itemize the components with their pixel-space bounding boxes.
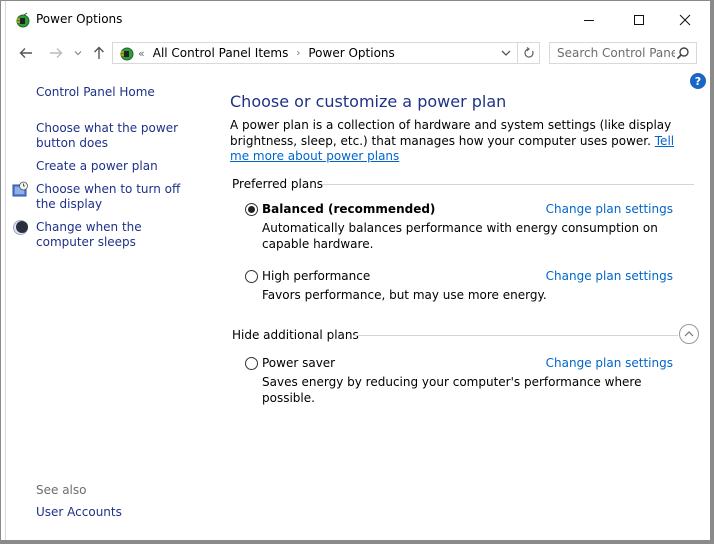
sidebar-item-control-panel-home[interactable]: Control Panel Home: [36, 85, 155, 100]
sidebar-item-computer-sleeps[interactable]: Change when the computer sleeps: [36, 220, 201, 250]
plan-balanced-name[interactable]: Balanced (recommended): [262, 202, 435, 216]
search-input[interactable]: [557, 46, 675, 60]
power-options-icon: [120, 47, 134, 61]
breadcrumb-separator-icon[interactable]: ›: [296, 48, 300, 59]
moon-icon: [13, 220, 28, 235]
chevron-up-icon: [684, 331, 694, 337]
display-clock-icon: [12, 181, 28, 197]
refresh-button[interactable]: [517, 43, 539, 63]
plan-power-saver-radio[interactable]: [245, 357, 258, 370]
plan-balanced-change-settings-link[interactable]: Change plan settings: [546, 202, 673, 216]
back-arrow-icon: [19, 48, 32, 58]
chevron-down-icon: [501, 50, 511, 56]
forward-button[interactable]: [44, 41, 68, 65]
page-title: Choose or customize a power plan: [230, 92, 507, 111]
sidebar-item-create-plan[interactable]: Create a power plan: [36, 159, 158, 174]
minimize-icon: [584, 20, 594, 21]
up-arrow-icon: [94, 46, 104, 59]
search-icon[interactable]: [676, 46, 690, 60]
window-title: Power Options: [36, 12, 123, 26]
address-overflow[interactable]: «: [138, 47, 145, 60]
hide-additional-plans-heading[interactable]: Hide additional plans: [232, 328, 359, 342]
title-bar: Power Options: [6, 1, 710, 39]
plan-balanced-description: Automatically balances performance with …: [262, 221, 658, 251]
plan-high-performance-change-settings-link[interactable]: Change plan settings: [546, 269, 673, 283]
maximize-icon: [634, 15, 644, 25]
sidebar-item-turn-off-display[interactable]: Choose when to turn off the display: [36, 182, 201, 212]
address-dropdown-button[interactable]: [497, 43, 515, 63]
plan-power-saver-name[interactable]: Power saver: [262, 356, 335, 370]
breadcrumb-power-options[interactable]: Power Options: [308, 46, 394, 60]
maximize-button[interactable]: [616, 1, 662, 39]
power-options-icon: [16, 12, 30, 28]
plan-high-performance-description: Favors performance, but may use more ene…: [262, 288, 547, 302]
address-bar[interactable]: « All Control Panel Items › Power Option…: [112, 42, 540, 64]
collapse-additional-plans-button[interactable]: [679, 324, 699, 344]
plan-balanced-radio[interactable]: [245, 203, 258, 216]
close-icon: [679, 14, 691, 26]
search-box[interactable]: [549, 42, 697, 64]
up-button[interactable]: [90, 41, 108, 65]
see-also-heading: See also: [36, 483, 87, 497]
back-button[interactable]: [14, 41, 38, 65]
recent-locations-button[interactable]: [72, 41, 84, 65]
preferred-plans-divider: [322, 184, 694, 185]
sidebar-item-power-button[interactable]: Choose what the power button does: [36, 121, 211, 151]
help-icon: ?: [694, 74, 702, 88]
refresh-icon: [523, 47, 534, 58]
forward-arrow-icon: [50, 48, 63, 58]
plan-power-saver-change-settings-link[interactable]: Change plan settings: [546, 356, 673, 370]
navigation-bar: « All Control Panel Items › Power Option…: [6, 41, 710, 67]
breadcrumb-all-control-panel-items[interactable]: All Control Panel Items: [153, 46, 289, 60]
additional-plans-divider: [354, 335, 678, 336]
intro-body: A power plan is a collection of hardware…: [230, 118, 672, 148]
power-options-window: Power Options « All Control Panel Items …: [0, 0, 714, 544]
minimize-button[interactable]: [566, 1, 612, 39]
chevron-down-icon: [74, 51, 82, 56]
close-button[interactable]: [662, 1, 708, 39]
intro-text: A power plan is a collection of hardware…: [230, 118, 690, 165]
plan-power-saver-description: Saves energy by reducing your computer's…: [262, 375, 642, 405]
plan-high-performance-name[interactable]: High performance: [262, 269, 370, 283]
see-also-user-accounts[interactable]: User Accounts: [36, 505, 122, 520]
plan-high-performance-radio[interactable]: [245, 270, 258, 283]
preferred-plans-heading: Preferred plans: [232, 177, 324, 191]
help-button[interactable]: ?: [690, 73, 706, 89]
